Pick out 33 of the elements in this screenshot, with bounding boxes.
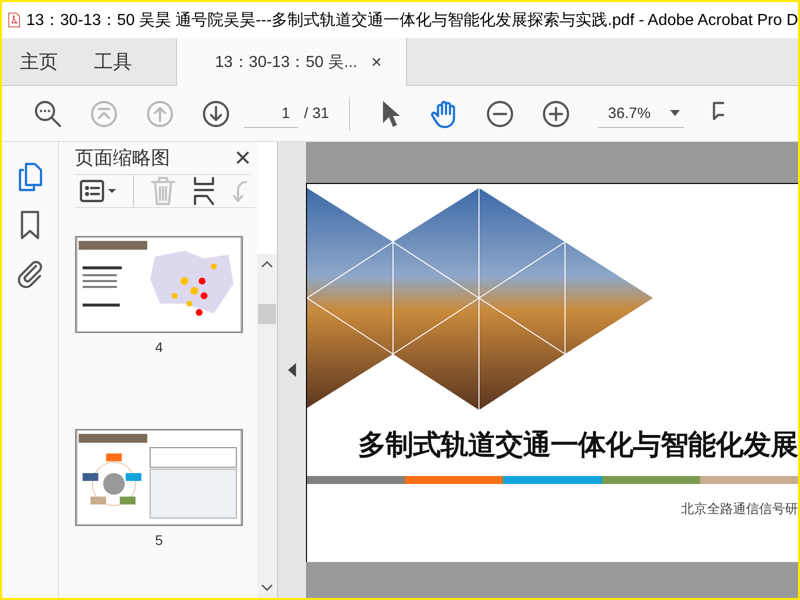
- page-number: 5: [154, 532, 164, 548]
- zoom-out-icon[interactable]: [486, 100, 514, 128]
- zoom-in-icon[interactable]: [542, 100, 570, 128]
- caret-icon: [670, 110, 680, 116]
- chevron-down-icon[interactable]: [261, 584, 273, 592]
- page-number-field[interactable]: 1: [244, 99, 298, 128]
- panel-title: 页面缩略图: [75, 147, 170, 171]
- insert-pages-icon[interactable]: [192, 176, 216, 206]
- search-icon[interactable]: [33, 98, 63, 128]
- close-icon[interactable]: ×: [371, 52, 382, 72]
- chevron-up-icon[interactable]: [261, 260, 273, 268]
- page-number: 4: [154, 339, 164, 355]
- slide-subtitle: 北京全路通信信号研: [680, 500, 798, 518]
- scrollbar[interactable]: [257, 254, 277, 598]
- arrow-down-icon[interactable]: [202, 100, 230, 128]
- page-thumbnail[interactable]: [75, 236, 243, 333]
- page-count: / 31: [304, 105, 330, 122]
- scrollbar-thumb[interactable]: [258, 304, 276, 324]
- tab[interactable]: 工具: [76, 38, 150, 85]
- options-button[interactable]: [79, 178, 117, 204]
- page-thumbnail[interactable]: [75, 429, 243, 526]
- slide-title: 多制式轨道交通一体化与智能化发展: [357, 428, 798, 462]
- window-title: 13：30-13：50 吴昊 通号院吴昊---多制式轨道交通一体化与智能化发展探索与实践.pdf - Adobe Acrobat Pro D: [26, 10, 798, 30]
- close-button[interactable]: ×: [234, 142, 251, 174]
- pages-icon[interactable]: [17, 162, 43, 192]
- tab[interactable]: 主页: [2, 38, 76, 85]
- cursor-icon[interactable]: [380, 98, 400, 128]
- tab[interactable]: 13：30-13：50 吴... ×: [176, 38, 407, 86]
- paperclip-icon[interactable]: [16, 258, 44, 288]
- zoom-dropdown[interactable]: 36.7%: [598, 100, 684, 128]
- collapse-arrow-icon[interactable]: [288, 363, 296, 377]
- bookmark-icon[interactable]: [19, 210, 41, 240]
- pdf-file-icon: [8, 10, 20, 30]
